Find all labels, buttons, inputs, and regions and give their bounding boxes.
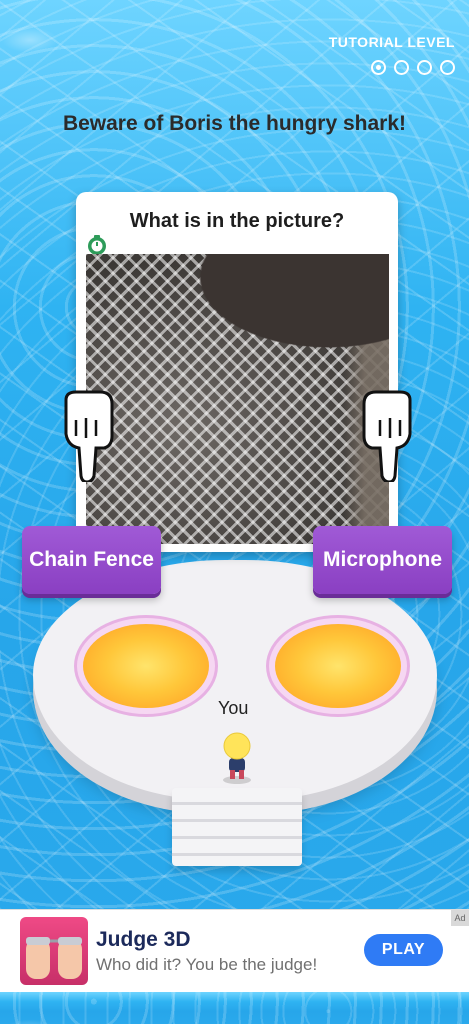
question-card: What is in the picture? (76, 192, 398, 552)
platform-stairs (172, 788, 302, 866)
ad-banner[interactable]: Judge 3D Who did it? You be the judge! P… (0, 909, 469, 993)
question-image (86, 254, 389, 544)
water-bottom-strip (0, 992, 469, 1024)
ad-badge[interactable]: Ad (451, 910, 469, 926)
player-label: You (218, 698, 249, 718)
answer-button-left[interactable]: Chain Fence (22, 526, 161, 594)
headline: Beware of Boris the hungry shark! (62, 112, 407, 135)
progress-dot-4 (440, 60, 455, 75)
ad-subtitle: Who did it? You be the judge! (96, 955, 318, 974)
image-shading (86, 254, 389, 544)
answer-pad-left[interactable] (83, 624, 209, 708)
ad-play-button[interactable]: PLAY (364, 934, 443, 966)
progress-dot-1 (371, 60, 386, 75)
pointing-hand-right-icon (362, 390, 412, 482)
handcuffs-icon (26, 937, 82, 979)
level-label: TUTORIAL LEVEL (328, 34, 455, 50)
progress-dot-3 (417, 60, 432, 75)
progress-dot-2 (394, 60, 409, 75)
answer-button-right[interactable]: Microphone (313, 526, 452, 594)
ad-app-icon[interactable] (20, 917, 88, 985)
level-progress-dots (371, 60, 455, 75)
pointing-hand-left-icon (64, 390, 114, 482)
stopwatch-icon (88, 235, 106, 255)
question-title: What is in the picture? (129, 210, 345, 232)
player-character[interactable] (221, 730, 253, 784)
answer-pad-right[interactable] (275, 624, 401, 708)
ad-title: Judge 3D (96, 928, 191, 951)
